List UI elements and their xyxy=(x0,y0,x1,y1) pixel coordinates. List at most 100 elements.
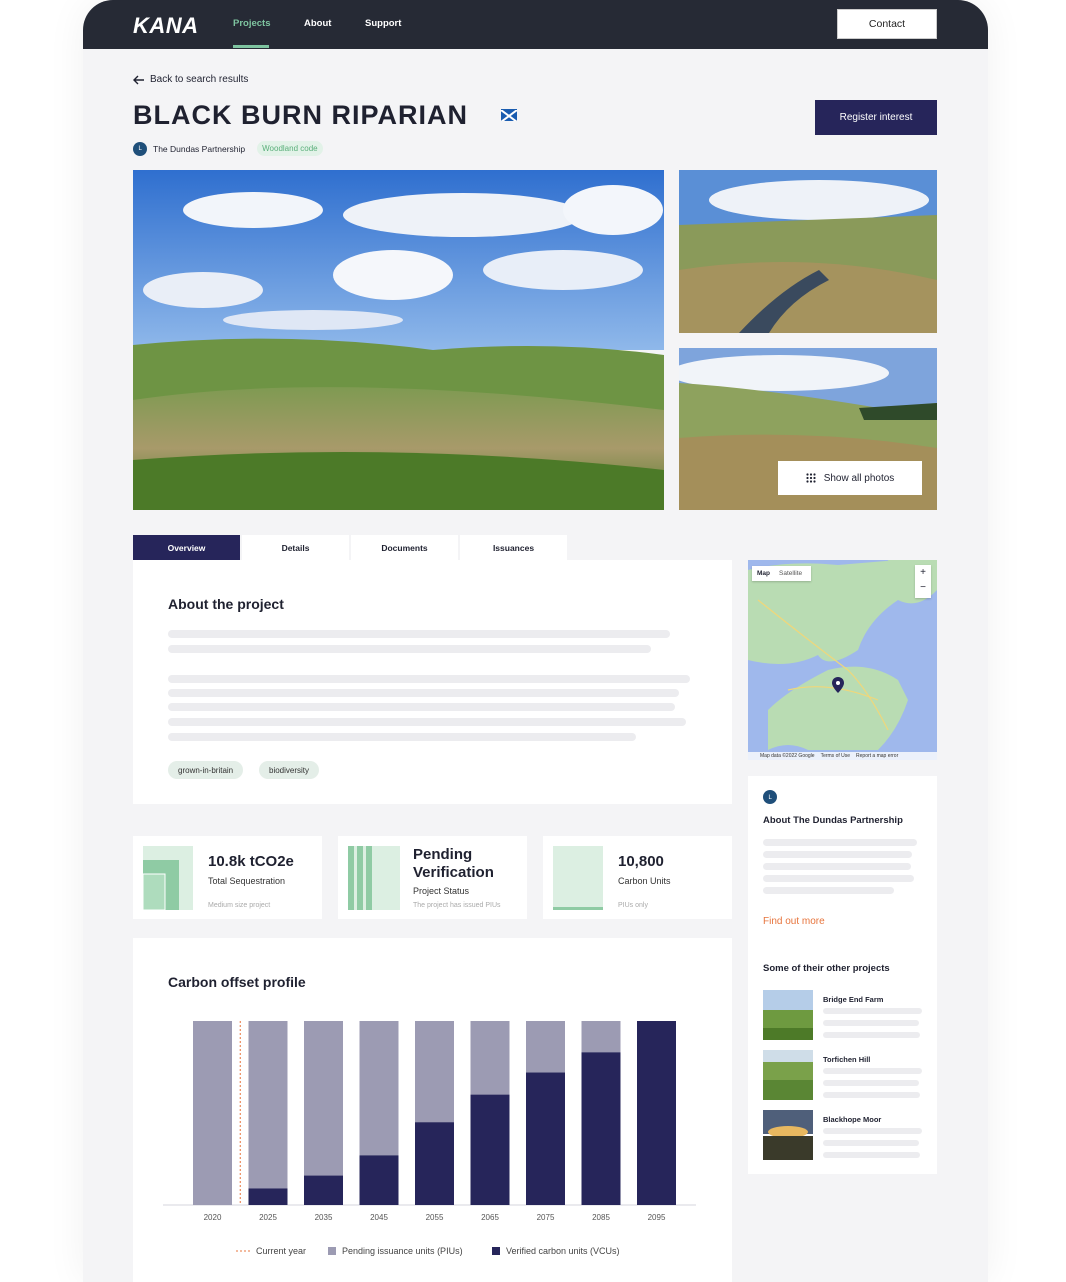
legend-piu-swatch xyxy=(328,1247,336,1255)
text-placeholder xyxy=(823,1152,920,1158)
other-project-name[interactable]: Torfichen Hill xyxy=(823,1055,870,1064)
nav-item-about[interactable]: About xyxy=(304,18,331,29)
map-terms-link[interactable]: Terms of Use xyxy=(821,753,850,759)
map-zoom-controls: + − xyxy=(915,565,931,598)
stat-status-label: Project Status xyxy=(413,886,470,896)
text-placeholder xyxy=(763,887,894,894)
map-attribution: Map data ©2022 Google Terms of Use Repor… xyxy=(748,752,937,760)
tab-details[interactable]: Details xyxy=(242,535,349,560)
other-project-name[interactable]: Bridge End Farm xyxy=(823,995,883,1004)
map-report-link[interactable]: Report a map error xyxy=(856,753,898,759)
text-placeholder xyxy=(168,675,690,683)
text-placeholder xyxy=(763,839,917,846)
x-tick-label: 2055 xyxy=(426,1213,444,1222)
map-pin-icon[interactable] xyxy=(832,677,844,693)
x-tick-label: 2075 xyxy=(537,1213,555,1222)
stat-units-note: PIUs only xyxy=(618,902,648,909)
register-interest-button[interactable]: Register interest xyxy=(815,100,937,135)
bar-vcu-2085 xyxy=(581,1052,621,1205)
main-photo[interactable] xyxy=(133,170,664,510)
tag-grown-in-britain[interactable]: grown-in-britain xyxy=(168,761,244,779)
text-placeholder xyxy=(763,863,911,870)
bar-piu-2065 xyxy=(470,1021,510,1095)
show-all-photos-button[interactable]: Show all photos xyxy=(778,461,922,495)
legend-current-year: Current year xyxy=(236,1246,306,1256)
project-map[interactable] xyxy=(748,560,937,760)
bar-piu-2025 xyxy=(248,1021,288,1189)
tab-overview[interactable]: Overview xyxy=(133,535,240,560)
app-frame: KANA Projects About Support Contact Back… xyxy=(83,0,988,1282)
tab-bar: Overview Details Documents Issuances xyxy=(133,535,567,560)
text-placeholder xyxy=(168,718,686,726)
x-tick-label: 2095 xyxy=(648,1213,666,1222)
bar-vcu-2045 xyxy=(359,1155,399,1205)
partner-name[interactable]: The Dundas Partnership xyxy=(153,144,245,154)
sequestration-size-icon xyxy=(143,846,193,910)
status-stage-icon xyxy=(348,846,400,910)
legend-piu-label: Pending issuance units (PIUs) xyxy=(342,1246,463,1256)
text-placeholder xyxy=(168,703,675,711)
text-placeholder xyxy=(823,1092,920,1098)
back-link-label: Back to search results xyxy=(150,74,249,85)
arrow-left-icon xyxy=(133,75,144,84)
find-out-more-link[interactable]: Find out more xyxy=(763,916,825,927)
bar-piu-2085 xyxy=(581,1021,621,1053)
stat-status-value: Pending Verification xyxy=(413,846,494,881)
partner-logo-icon: ᒪ xyxy=(133,141,147,156)
other-project-thumb-3[interactable] xyxy=(763,1110,813,1160)
legend-piu: Pending issuance units (PIUs) xyxy=(328,1246,463,1256)
bar-vcu-2095 xyxy=(637,1021,676,1205)
carbon-offset-chart: 2020 2025 2035 2045 2055 2065 2075 2085 2095 xyxy=(163,1021,696,1222)
x-tick-label: 2085 xyxy=(592,1213,610,1222)
legend-current-year-swatch xyxy=(236,1250,250,1252)
back-link[interactable]: Back to search results xyxy=(133,74,248,85)
nav-item-support[interactable]: Support xyxy=(365,18,401,29)
bar-vcu-2035 xyxy=(304,1175,343,1205)
map-type-toggle: Map Satellite xyxy=(752,566,811,581)
stat-units-value: 10,800 xyxy=(618,853,664,870)
tag-biodiversity[interactable]: biodiversity xyxy=(259,761,320,779)
other-project-thumb-1[interactable] xyxy=(763,990,813,1040)
text-placeholder xyxy=(823,1128,922,1134)
contact-button[interactable]: Contact xyxy=(837,9,937,39)
other-projects-heading: Some of their other projects xyxy=(763,963,890,974)
other-project-name[interactable]: Blackhope Moor xyxy=(823,1115,881,1124)
tab-issuances[interactable]: Issuances xyxy=(460,535,567,560)
legend-current-year-label: Current year xyxy=(256,1246,307,1256)
bar-piu-2035 xyxy=(304,1021,343,1176)
text-placeholder xyxy=(823,1008,922,1014)
x-tick-label: 2025 xyxy=(259,1213,277,1222)
grid-icon xyxy=(806,473,816,483)
map-type-satellite[interactable]: Satellite xyxy=(775,570,806,577)
woodland-code-badge: Woodland code xyxy=(257,141,323,156)
bar-piu-2055 xyxy=(415,1021,454,1123)
bar-vcu-2075 xyxy=(526,1072,565,1205)
text-placeholder xyxy=(168,689,679,697)
nav-active-indicator xyxy=(233,45,269,48)
scotland-flag-icon xyxy=(501,109,517,121)
other-project-thumb-2[interactable] xyxy=(763,1050,813,1100)
text-placeholder xyxy=(763,851,912,858)
zoom-in-button[interactable]: + xyxy=(915,565,931,580)
text-placeholder xyxy=(168,733,636,741)
x-tick-label: 2045 xyxy=(370,1213,388,1222)
partner-row: ᒪ The Dundas Partnership Woodland code xyxy=(133,141,323,156)
text-placeholder xyxy=(823,1080,919,1086)
project-title: BLACK BURN RIPARIAN xyxy=(133,100,468,130)
top-nav: KANA Projects About Support Contact xyxy=(83,0,988,49)
bar-vcu-2065 xyxy=(470,1094,510,1205)
zoom-out-button[interactable]: − xyxy=(915,580,931,595)
tab-documents[interactable]: Documents xyxy=(351,535,458,560)
stat-sequestration-value: 10.8k tCO2e xyxy=(208,853,294,870)
units-level-icon xyxy=(553,846,603,910)
show-all-photos-label: Show all photos xyxy=(823,472,895,484)
map-type-map[interactable]: Map xyxy=(752,570,775,577)
x-tick-label: 2065 xyxy=(481,1213,499,1222)
text-placeholder xyxy=(168,630,670,638)
gallery-photo-1[interactable] xyxy=(679,170,937,333)
kana-logo[interactable]: KANA xyxy=(133,13,199,39)
bar-piu-2075 xyxy=(526,1021,565,1073)
nav-item-projects[interactable]: Projects xyxy=(233,18,271,29)
stat-sequestration-label: Total Sequestration xyxy=(208,876,286,886)
bar-vcu-2055 xyxy=(415,1122,454,1205)
